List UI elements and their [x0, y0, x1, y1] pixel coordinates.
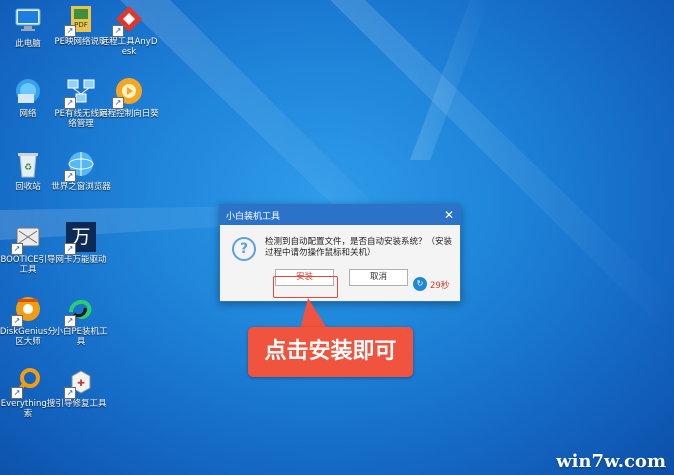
desktop-label: 小白PE装机工具 — [54, 327, 108, 347]
desktop-label: 此电脑 — [15, 39, 41, 49]
network-icon — [13, 76, 43, 106]
site-watermark: win7w.com — [556, 451, 666, 472]
repair-tool-icon: ✚ ↗ — [64, 366, 96, 399]
anydesk-icon: ↗ — [112, 4, 144, 37]
svg-text:✚: ✚ — [77, 379, 85, 389]
desktop-label: BOOTICE引导工具 — [0, 255, 56, 275]
question-icon: ? — [232, 237, 256, 261]
dialog-message: 检测到自动配置文件，是否自动安装系统？（安装过程中请勿操作鼠标和关机） — [265, 237, 453, 258]
svg-text:♻: ♻ — [24, 163, 32, 173]
desktop-label: Everything搜索 — [0, 399, 56, 419]
dialog-title: 小白装机工具 — [226, 211, 281, 222]
callout-text: 点击安装即可 — [264, 339, 397, 364]
instruction-callout: 点击安装即可 — [248, 327, 413, 377]
dialog-titlebar[interactable]: 小白装机工具 ✕ — [220, 205, 460, 225]
desktop-icon-anydesk[interactable]: ↗ 远程工具AnyDesk — [101, 4, 157, 57]
recycle-bin-icon: ♻ — [13, 149, 43, 179]
desktop-icon-browser[interactable]: ↗ 世界之窗浏览器 — [51, 149, 111, 192]
computer-icon — [13, 6, 43, 36]
desktop-icon-diskgenius[interactable]: ↗ DiskGenius分区大师 — [0, 294, 56, 347]
browser-icon: ↗ — [64, 149, 96, 182]
pdf-icon: PDF ↗ — [64, 4, 96, 37]
install-dialog: 小白装机工具 ✕ ? 检测到自动配置文件，是否自动安装系统？（安装过程中请勿操作… — [219, 204, 461, 302]
desktop-icon-xiaobai-pe[interactable]: ↗ 小白PE装机工具 — [55, 294, 108, 347]
desktop-icon-repair-tool[interactable]: ✚ ↗ 引导修复工具 — [55, 366, 107, 409]
desktop-icon-bootice[interactable]: ↗ BOOTICE引导工具 — [0, 222, 56, 275]
desktop-icon-everything[interactable]: ↗ Everything搜索 — [1, 366, 55, 419]
desktop-icon-network[interactable]: 网络 — [2, 76, 54, 119]
install-highlight-ring — [273, 276, 338, 298]
network-manager-icon: ↗ — [64, 76, 96, 109]
desktop-label: 回收站 — [15, 182, 41, 192]
desktop-icon-pe-network-manager[interactable]: ↗ PE有线无线网络管理 — [55, 76, 108, 129]
sunflower-icon: ↗ — [112, 76, 144, 109]
desktop-label: DiskGenius分区大师 — [0, 327, 57, 347]
diskgenius-icon: ↗ — [11, 294, 43, 327]
countdown-text: 29秒 — [430, 281, 450, 291]
wan-driver-icon: 万 ↗ — [64, 222, 96, 255]
desktop-label: 引导修复工具 — [55, 399, 107, 409]
everything-icon: ↗ — [11, 366, 43, 399]
callout-pointer — [300, 298, 328, 330]
desktop-label: 远程控制向日葵 — [99, 109, 159, 119]
desktop-label: 远程工具AnyDesk — [100, 37, 158, 57]
desktop-icon-wan-driver[interactable]: 万 ↗ 网卡万能驱动 — [55, 222, 107, 265]
desktop-icon-recycle-bin[interactable]: ♻ 回收站 — [2, 149, 54, 192]
close-icon[interactable]: ✕ — [444, 208, 454, 222]
desktop-icon-computer[interactable]: 此电脑 — [2, 6, 54, 49]
desktop-label: 网络 — [19, 109, 37, 119]
bootice-icon: ↗ — [11, 222, 43, 255]
cancel-button[interactable]: 取消 — [349, 268, 408, 286]
desktop-icon-sunflower[interactable]: ↗ 远程控制向日葵 — [99, 76, 159, 119]
svg-text:PDF: PDF — [74, 21, 88, 29]
desktop-label: 网卡万能驱动 — [55, 255, 107, 265]
desktop-label: 世界之窗浏览器 — [51, 182, 111, 192]
countdown-icon: ↻ — [413, 277, 427, 291]
xiaobai-icon: ↗ — [64, 294, 96, 327]
